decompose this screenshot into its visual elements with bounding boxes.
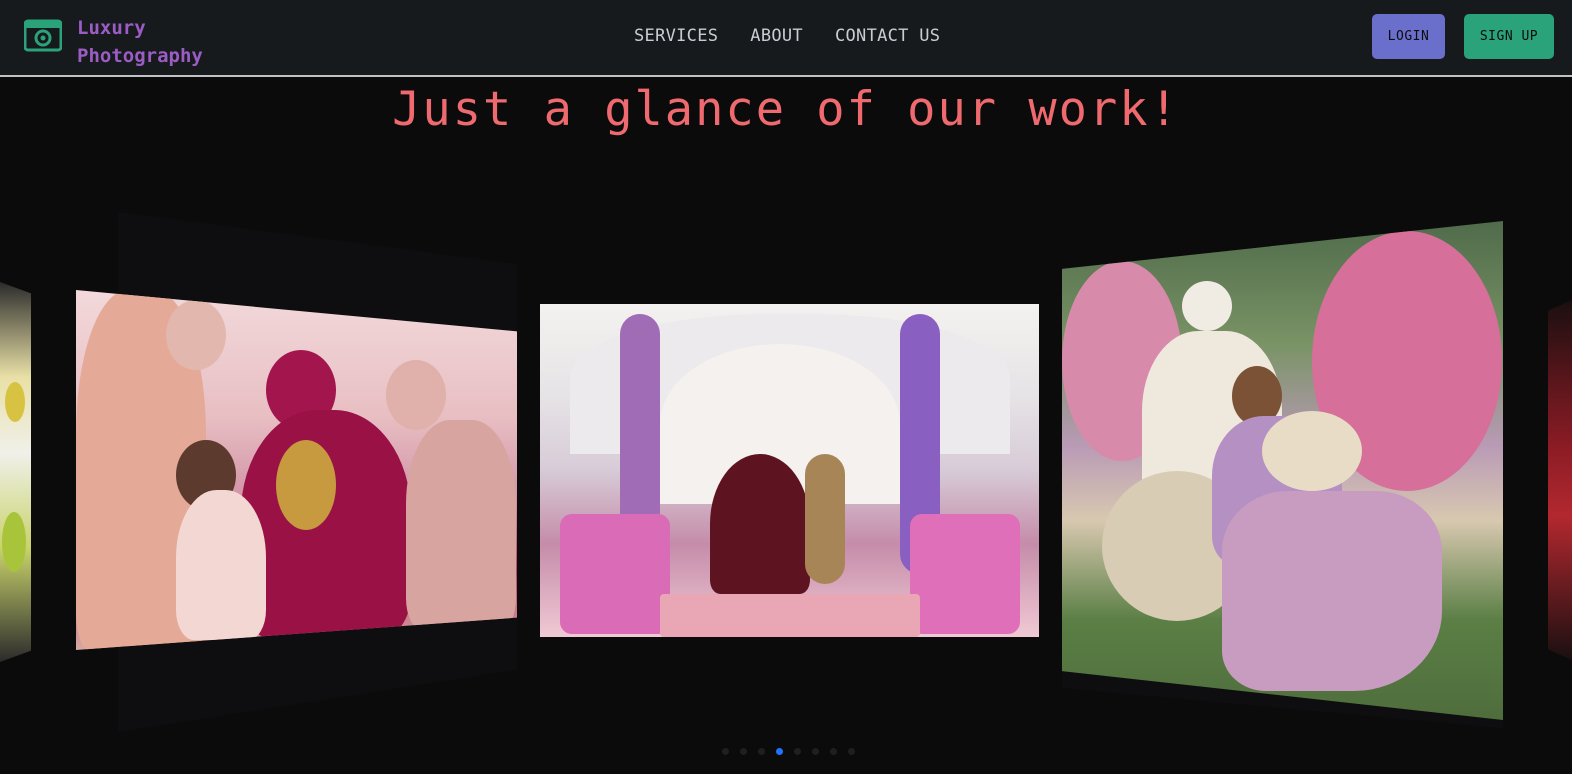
carousel-dot[interactable] (740, 748, 747, 755)
slide-center[interactable] (540, 304, 1039, 637)
slide-far-left[interactable] (0, 282, 31, 662)
carousel-dot[interactable] (758, 748, 765, 755)
carousel-dot[interactable] (848, 748, 855, 755)
slide-far-right[interactable] (1548, 300, 1572, 660)
carousel-dots (722, 748, 855, 755)
slide-left[interactable] (76, 290, 517, 650)
carousel-dot[interactable] (812, 748, 819, 755)
carousel-dot[interactable] (794, 748, 801, 755)
carousel-dot-active[interactable] (776, 748, 783, 755)
carousel-dot[interactable] (830, 748, 837, 755)
carousel-dot[interactable] (722, 748, 729, 755)
slide-right[interactable] (1062, 221, 1503, 720)
carousel (0, 0, 1572, 774)
